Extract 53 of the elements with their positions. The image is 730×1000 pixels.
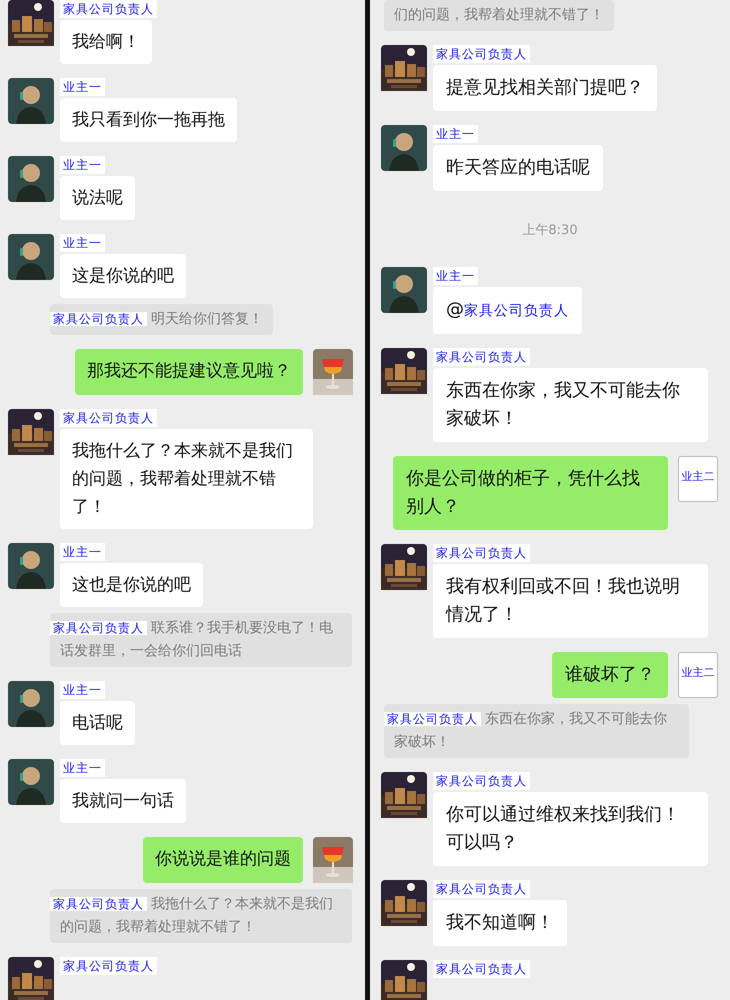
message-text: 我只看到你一拖再拖 xyxy=(72,110,225,130)
sender-name: 业主一 xyxy=(60,543,105,561)
message-text: 谁破坏了？ xyxy=(565,664,655,685)
message-text: 我拖什么了？本来就不是我们的问题，我帮着处理就不错了！ xyxy=(72,441,293,517)
name-avatar: 业主二 xyxy=(678,456,718,502)
message-text: 我就问一句话 xyxy=(72,791,174,811)
sender-name: 业主一 xyxy=(60,681,105,699)
sender-name: 家具公司负责人 xyxy=(433,544,530,562)
message-text: 东西在你家，我又不可能去你家破坏！ xyxy=(446,380,680,429)
quoted-message: 家具公司负责人 我拖什么了？本来就不是我们的问题，我帮着处理就不错了！ xyxy=(50,889,352,943)
sender-name: 家具公司负责人 xyxy=(60,409,157,427)
message-text: 这是你说的吧 xyxy=(72,266,174,286)
quoted-message: 们的问题，我帮着处理就不错了！ xyxy=(384,0,614,31)
sender-name: 业主一 xyxy=(60,234,105,252)
message-text: 我不知道啊！ xyxy=(446,912,554,933)
message-text: 说法呢 xyxy=(72,188,123,208)
message-text: 我有权利回或不回！我也说明情况了！ xyxy=(446,576,680,625)
sender-name: 业主一 xyxy=(60,759,105,777)
message-text: 那我还不能提建议意见啦？ xyxy=(87,361,291,381)
sender-name: 家具公司负责人 xyxy=(433,772,530,790)
sender-name: 家具公司负责人 xyxy=(433,348,530,366)
message-text: 昨天答应的电话呢 xyxy=(446,157,590,178)
sender-name: 家具公司负责人 xyxy=(60,957,157,975)
person-avatar xyxy=(381,267,427,313)
message-text: 这也是你说的吧 xyxy=(72,575,191,595)
message-text: 你说说是谁的问题 xyxy=(155,849,291,869)
message-text: 提意见找相关部门提吧？ xyxy=(446,77,644,98)
person-avatar xyxy=(381,125,427,171)
sender-name: 业主一 xyxy=(433,125,478,143)
quoted-message: 家具公司负责人 明天给你们答复！ xyxy=(50,304,273,335)
mention-tag: 家具公司负责人 xyxy=(464,303,569,319)
message-text: 电话呢 xyxy=(72,713,123,733)
message-text: 我给啊！ xyxy=(72,32,140,52)
sender-name: 家具公司负责人 xyxy=(60,0,157,18)
person-avatar xyxy=(8,543,54,589)
message-text: 你可以通过维权来找到我们！可以吗？ xyxy=(446,804,680,853)
sender-name: 家具公司负责人 xyxy=(433,960,530,978)
sender-name: 家具公司负责人 xyxy=(433,880,530,898)
person-avatar xyxy=(8,234,54,280)
sender-name: 业主一 xyxy=(60,156,105,174)
message-text: @ xyxy=(446,299,464,320)
quoted-message: 家具公司负责人 东西在你家，我又不可能去你家破坏！ xyxy=(384,704,689,758)
person-avatar xyxy=(8,759,54,805)
person-avatar xyxy=(8,681,54,727)
person-avatar xyxy=(8,156,54,202)
quoted-message: 家具公司负责人 联系谁？我手机要没电了！电话发群里，一会给你们回电话 xyxy=(50,613,352,667)
person-avatar xyxy=(8,78,54,124)
timestamp: 上午8:30 xyxy=(522,222,578,239)
sender-name: 业主一 xyxy=(60,78,105,96)
sender-name: 业主一 xyxy=(433,267,478,285)
name-avatar: 业主二 xyxy=(678,652,718,698)
sender-name: 家具公司负责人 xyxy=(433,45,530,63)
message-text: 你是公司做的柜子，凭什么找别人？ xyxy=(406,468,640,517)
